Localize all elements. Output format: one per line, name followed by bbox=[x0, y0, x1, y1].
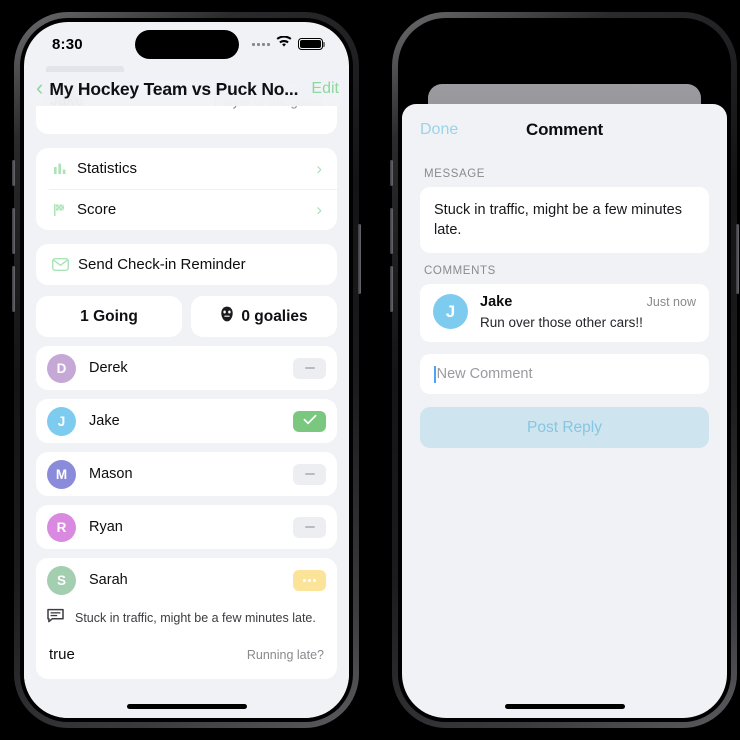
comment-modal-sheet: Done Comment MESSAGE Stuck in traffic, m… bbox=[402, 104, 727, 718]
volume-up-button[interactable] bbox=[390, 208, 393, 254]
message-text: Stuck in traffic, might be a few minutes… bbox=[434, 202, 682, 238]
status-bar-time: 8:30 bbox=[52, 35, 83, 53]
phone-bezel-right: Done Comment MESSAGE Stuck in traffic, m… bbox=[398, 18, 731, 722]
send-checkin-reminder-button[interactable]: Send Check-in Reminder bbox=[36, 244, 337, 285]
dynamic-island bbox=[134, 30, 239, 59]
edit-button[interactable]: Edit bbox=[309, 80, 339, 98]
comments-section-label: COMMENTS bbox=[424, 265, 496, 277]
running-late-value: true bbox=[49, 646, 75, 663]
menu-item-statistics[interactable]: Statistics › bbox=[36, 148, 337, 189]
going-count-button[interactable]: 1 Going bbox=[36, 296, 182, 337]
avatar: J bbox=[47, 406, 76, 436]
screenshot-stage: 8:30 Jake bbox=[0, 0, 740, 740]
check-icon bbox=[303, 412, 317, 430]
status-badge-maybe[interactable] bbox=[293, 569, 326, 591]
status-badge-going[interactable] bbox=[293, 410, 326, 432]
sarah-comment-text: Stuck in traffic, might be a few minutes… bbox=[75, 611, 316, 625]
message-card: Stuck in traffic, might be a few minutes… bbox=[420, 187, 709, 253]
menu-item-score[interactable]: Score › bbox=[36, 189, 337, 230]
volume-down-button[interactable] bbox=[390, 266, 393, 312]
sarah-comment-row[interactable]: Stuck in traffic, might be a few minutes… bbox=[36, 602, 337, 638]
home-indicator[interactable] bbox=[504, 704, 625, 709]
menu-item-statistics-label: Statistics bbox=[77, 160, 138, 177]
avatar: D bbox=[47, 353, 76, 383]
sheet-navigation-bar: Done Comment bbox=[402, 104, 727, 156]
phone-bezel-left: 8:30 Jake bbox=[20, 18, 353, 722]
ellipsis-icon bbox=[302, 578, 317, 582]
left-phone-content: Jake Player of the game bbox=[24, 66, 349, 718]
player-name: Ryan bbox=[89, 519, 123, 535]
avatar: R bbox=[47, 512, 76, 542]
screen-left: 8:30 Jake bbox=[24, 22, 349, 718]
mute-switch[interactable] bbox=[12, 160, 15, 186]
player-row-jake[interactable]: J Jake bbox=[36, 399, 337, 443]
wifi-icon bbox=[276, 35, 292, 53]
volume-down-button[interactable] bbox=[12, 266, 15, 312]
done-button[interactable]: Done bbox=[420, 121, 458, 139]
goalie-mask-icon bbox=[220, 306, 234, 327]
comment-bubble-icon bbox=[47, 608, 64, 628]
player-row-ryan[interactable]: R Ryan bbox=[36, 505, 337, 549]
menu-card: Statistics › Score › bbox=[36, 148, 337, 230]
bar-chart-icon bbox=[49, 162, 71, 176]
message-section-label: MESSAGE bbox=[424, 168, 486, 180]
comment-text: Run over those other cars!! bbox=[480, 315, 643, 330]
player-name: Jake bbox=[89, 413, 120, 429]
status-bar: 8:30 bbox=[24, 22, 349, 66]
status-badge-none[interactable] bbox=[293, 463, 326, 485]
player-name: Sarah bbox=[89, 572, 128, 588]
comment-header: Jake Just now bbox=[480, 294, 696, 310]
player-row-derek[interactable]: D Derek bbox=[36, 346, 337, 390]
text-caret bbox=[434, 365, 436, 383]
home-indicator[interactable] bbox=[126, 704, 247, 709]
navigation-bar: ‹ My Hockey Team vs Puck No... Edit bbox=[24, 72, 349, 106]
phone-device-right: Done Comment MESSAGE Stuck in traffic, m… bbox=[390, 12, 739, 728]
comment-item[interactable]: J Jake Just now Run over those other car… bbox=[420, 284, 709, 342]
envelope-icon bbox=[49, 258, 71, 271]
running-late-row[interactable]: true Running late? bbox=[36, 638, 337, 677]
checkered-flag-icon bbox=[49, 203, 71, 217]
player-name: Mason bbox=[89, 466, 133, 482]
chevron-right-icon: › bbox=[316, 159, 322, 178]
signal-dots-icon bbox=[252, 42, 270, 46]
player-row-sarah[interactable]: S Sarah Stuck in traffic, might be a few… bbox=[36, 558, 337, 679]
detail-scroll-view[interactable]: Jake Player of the game bbox=[24, 66, 349, 718]
avatar: M bbox=[47, 459, 76, 489]
goalies-count-button[interactable]: 0 goalies bbox=[191, 296, 337, 337]
volume-up-button[interactable] bbox=[12, 208, 15, 254]
battery-icon bbox=[298, 38, 326, 50]
post-reply-button[interactable]: Post Reply bbox=[420, 407, 709, 448]
comment-author: Jake bbox=[480, 294, 513, 310]
avatar: J bbox=[433, 294, 468, 329]
new-comment-placeholder: New Comment bbox=[436, 366, 533, 382]
send-checkin-reminder-label: Send Check-in Reminder bbox=[78, 256, 246, 273]
mute-switch[interactable] bbox=[390, 160, 393, 186]
phone-device-left: 8:30 Jake bbox=[12, 12, 361, 728]
page-title: My Hockey Team vs Puck No... bbox=[49, 78, 299, 99]
status-badge-none[interactable] bbox=[293, 357, 326, 379]
attendance-summary-row: 1 Going 0 goalies bbox=[36, 296, 337, 337]
status-badge-none[interactable] bbox=[293, 516, 326, 538]
screen-right: Done Comment MESSAGE Stuck in traffic, m… bbox=[402, 22, 727, 718]
goalies-count-label: 0 goalies bbox=[241, 307, 308, 325]
running-late-label: Running late? bbox=[246, 647, 324, 662]
chevron-right-icon: › bbox=[316, 200, 322, 219]
player-row-sarah-header[interactable]: S Sarah bbox=[36, 558, 337, 602]
menu-item-score-label: Score bbox=[77, 201, 117, 218]
status-bar-indicators bbox=[252, 35, 326, 53]
player-name: Derek bbox=[89, 360, 128, 376]
avatar: S bbox=[47, 565, 76, 595]
comment-body: Jake Just now Run over those other cars!… bbox=[480, 294, 696, 330]
sheet-body: MESSAGE Stuck in traffic, might be a few… bbox=[402, 168, 727, 448]
comment-timestamp: Just now bbox=[646, 295, 696, 309]
power-button[interactable] bbox=[736, 224, 739, 294]
going-count-label: 1 Going bbox=[80, 307, 138, 325]
new-comment-input[interactable]: New Comment bbox=[420, 354, 709, 394]
power-button[interactable] bbox=[358, 224, 361, 294]
chevron-left-icon[interactable]: ‹ bbox=[32, 76, 49, 102]
player-row-mason[interactable]: M Mason bbox=[36, 452, 337, 496]
